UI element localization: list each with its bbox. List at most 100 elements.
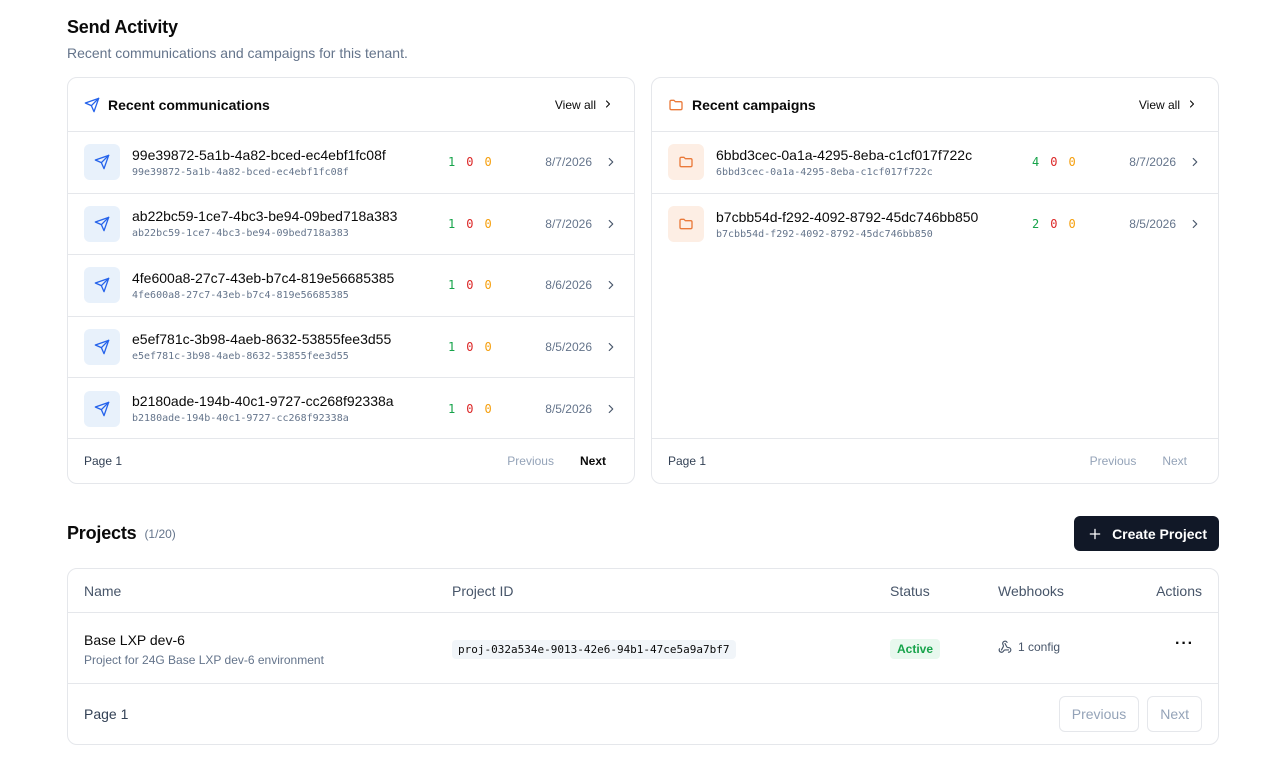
chevron-right-icon	[602, 98, 616, 112]
list-item[interactable]: 6bbd3cec-0a1a-4295-8eba-c1cf017f722c 6bbd…	[652, 132, 1218, 194]
page-title: Send Activity	[67, 17, 178, 37]
delivery-counts: 100	[448, 278, 508, 292]
previous-button[interactable]: Previous	[1058, 696, 1140, 732]
list-item[interactable]: b2180ade-194b-40c1-9727-cc268f92338a b218…	[68, 378, 634, 440]
project-id-cell: proj-032a534e-9013-42e6-94b1-47ce5a9a7bf…	[452, 640, 736, 659]
item-date: 8/5/2026	[1129, 217, 1176, 232]
chevron-right-icon	[604, 155, 618, 169]
project-name-cell: Base LXP dev-6 Project for 24G Base LXP …	[84, 631, 324, 668]
delivery-counts: 400	[1032, 155, 1092, 169]
create-project-button[interactable]: Create Project	[1074, 516, 1219, 551]
folder-icon	[668, 97, 684, 113]
next-button[interactable]: Next	[1147, 696, 1202, 732]
sent-count: 1	[448, 401, 456, 416]
card-header: Recent communications View all	[68, 78, 634, 132]
sent-count: 1	[448, 216, 456, 231]
chevron-right-icon	[1186, 98, 1200, 112]
pending-count: 0	[484, 155, 492, 170]
view-all-label: View all	[554, 97, 596, 112]
projects-count: (1/20)	[144, 526, 176, 541]
card-title: Recent communications	[108, 96, 270, 113]
pending-count: 0	[1068, 155, 1076, 170]
failed-count: 0	[466, 339, 474, 354]
delivery-counts: 100	[448, 217, 508, 231]
item-title: 6bbd3cec-0a1a-4295-8eba-c1cf017f722c	[716, 146, 973, 163]
chevron-right-icon	[604, 278, 618, 292]
send-icon	[84, 97, 100, 113]
sent-count: 2	[1032, 217, 1040, 232]
table-row[interactable]: Base LXP dev-6 Project for 24G Base LXP …	[68, 613, 1218, 684]
pending-count: 0	[484, 278, 492, 293]
table-header: Name Project ID Status Webhooks Actions	[68, 569, 1218, 613]
chevron-right-icon	[1188, 217, 1202, 231]
item-text: 6bbd3cec-0a1a-4295-8eba-c1cf017f722c 6bbd…	[716, 146, 1026, 179]
status-badge: Active	[890, 639, 941, 659]
sent-count: 4	[1032, 155, 1040, 170]
folder-icon	[668, 144, 704, 181]
chevron-right-icon	[604, 217, 618, 231]
list-item[interactable]: 99e39872-5a1b-4a82-bced-ec4ebf1fc08f 99e3…	[68, 132, 634, 194]
page-subtitle: Recent communications and campaigns for …	[67, 45, 408, 61]
previous-button[interactable]: Previous	[507, 454, 554, 468]
next-button[interactable]: Next	[1162, 454, 1187, 468]
item-text: b2180ade-194b-40c1-9727-cc268f92338a b218…	[132, 392, 442, 425]
webhooks-count: 1 config	[1018, 640, 1061, 654]
failed-count: 0	[1050, 217, 1058, 232]
previous-button[interactable]: Previous	[1090, 454, 1137, 468]
column-name: Name	[84, 582, 122, 599]
column-webhooks: Webhooks	[998, 582, 1064, 599]
send-icon	[84, 390, 120, 427]
delivery-counts: 100	[448, 340, 508, 354]
list-item[interactable]: ab22bc59-1ce7-4bc3-be94-09bed718a383 ab22…	[68, 194, 634, 255]
webhooks-cell[interactable]: 1 config	[998, 640, 1060, 654]
column-project-id: Project ID	[452, 582, 514, 599]
item-text: b7cbb54d-f292-4092-8792-45dc746bb850 b7cb…	[716, 208, 1026, 241]
pending-count: 0	[484, 339, 492, 354]
view-all-campaigns-link[interactable]: View all	[1139, 98, 1200, 112]
create-project-label: Create Project	[1112, 525, 1207, 542]
failed-count: 0	[1050, 155, 1058, 170]
item-title: 4fe600a8-27c7-43eb-b7c4-819e56685385	[132, 269, 395, 286]
next-button[interactable]: Next	[580, 454, 606, 468]
item-title: b7cbb54d-f292-4092-8792-45dc746bb850	[716, 208, 979, 225]
item-text: ab22bc59-1ce7-4bc3-be94-09bed718a383 ab22…	[132, 207, 442, 240]
item-title: b2180ade-194b-40c1-9727-cc268f92338a	[132, 393, 394, 410]
sent-count: 1	[448, 155, 456, 170]
chevron-right-icon	[604, 402, 618, 416]
list-item[interactable]: b7cbb54d-f292-4092-8792-45dc746bb850 b7cb…	[652, 194, 1218, 256]
row-actions-menu-icon[interactable]: ···	[1175, 635, 1194, 653]
item-text: 4fe600a8-27c7-43eb-b7c4-819e56685385 4fe6…	[132, 269, 442, 302]
projects-header: Projects (1/20) Create Project	[67, 516, 1219, 551]
view-all-label: View all	[1138, 97, 1180, 112]
projects-table: Name Project ID Status Webhooks Actions …	[67, 568, 1219, 745]
item-id: b7cbb54d-f292-4092-8792-45dc746bb850	[716, 228, 933, 240]
item-date: 8/5/2026	[545, 401, 592, 416]
webhook-icon	[998, 640, 1012, 654]
item-date: 8/6/2026	[545, 278, 592, 293]
card-pagination: Page 1 Previous Next	[652, 439, 1218, 483]
table-pagination: Page 1 Previous Next	[68, 684, 1218, 744]
item-id: 4fe600a8-27c7-43eb-b7c4-819e56685385	[132, 289, 349, 301]
recent-communications-card: Recent communications View all 99e39872-…	[67, 77, 635, 484]
failed-count: 0	[466, 278, 474, 293]
item-title: e5ef781c-3b98-4aeb-8632-53855fee3d55	[132, 331, 392, 348]
item-date: 8/7/2026	[545, 216, 592, 231]
sent-count: 1	[448, 278, 456, 293]
item-title: ab22bc59-1ce7-4bc3-be94-09bed718a383	[132, 208, 398, 225]
list-item[interactable]: e5ef781c-3b98-4aeb-8632-53855fee3d55 e5ef…	[68, 317, 634, 378]
item-id: 6bbd3cec-0a1a-4295-8eba-c1cf017f722c	[716, 166, 933, 178]
folder-icon	[668, 206, 704, 243]
status-cell: Active	[890, 639, 941, 659]
item-date: 8/7/2026	[1129, 155, 1176, 170]
send-icon	[84, 205, 120, 242]
list-item[interactable]: 4fe600a8-27c7-43eb-b7c4-819e56685385 4fe6…	[68, 255, 634, 317]
send-icon	[84, 144, 120, 181]
page-indicator: Page 1	[668, 454, 707, 468]
delivery-counts: 100	[448, 155, 508, 169]
send-icon	[84, 328, 120, 365]
view-all-communications-link[interactable]: View all	[555, 98, 616, 112]
card-header: Recent campaigns View all	[652, 78, 1218, 132]
item-date: 8/7/2026	[545, 155, 592, 170]
item-id: e5ef781c-3b98-4aeb-8632-53855fee3d55	[132, 351, 349, 363]
plus-icon	[1088, 527, 1102, 541]
